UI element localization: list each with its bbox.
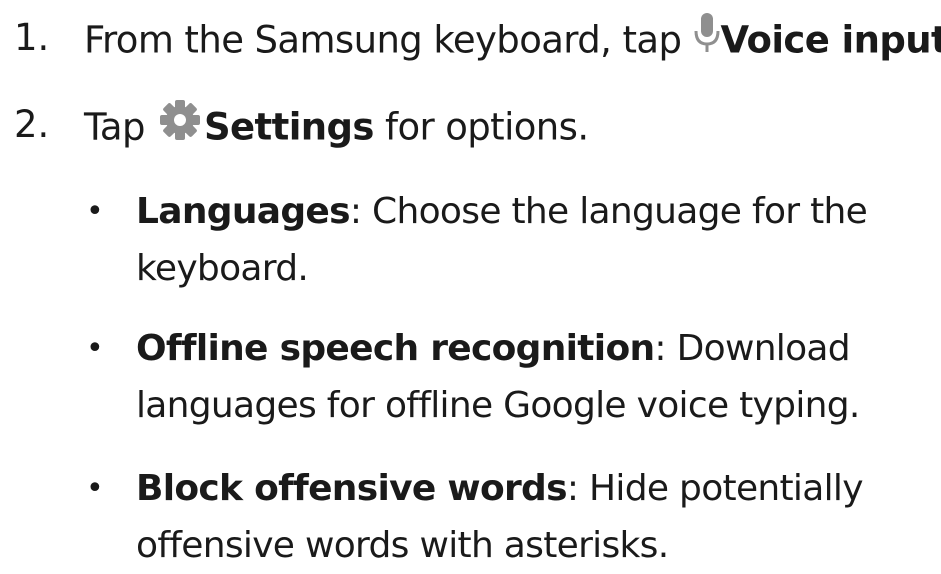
bullet: • [86,331,104,366]
option-line-1: Languages: Choose the language for the [136,183,936,240]
option-text: Offline speech recognition: Download lan… [136,320,936,434]
option-line-1: Offline speech recognition: Download [136,320,936,377]
option-description: Choose the language for the [361,191,868,232]
option-line-2: languages for offline Google voice typin… [136,385,860,426]
instructions-document: 1. From the Samsung keyboard, tap Voice … [0,0,941,566]
step-text-before: Tap [84,105,156,149]
option-line-2: keyboard. [136,248,309,289]
step-text: Tap Settings for options. [84,98,589,157]
bullet: • [86,194,104,229]
step-text: From the Samsung keyboard, tap Voice inp… [84,11,941,70]
option-term: Offline speech recognition [136,328,655,369]
step-number: 2. [14,103,50,146]
option-separator: : [349,191,362,232]
step-text-before: From the Samsung keyboard, tap [84,18,693,62]
settings-label: Settings [204,105,374,149]
option-text: Block offensive words: Hide potentially … [136,460,936,574]
option-term: Block offensive words [136,468,568,509]
option-separator: : [654,328,666,369]
option-line-1: Block offensive words: Hide potentially [136,460,936,517]
option-separator: : [566,468,579,509]
option-term: Languages [136,191,351,232]
step-text-after: for options. [373,105,589,149]
gear-icon [156,98,204,154]
option-description: Download [665,328,851,369]
bullet: • [86,471,104,506]
option-line-2: offensive words with asterisks. [136,525,669,566]
voice-input-label: Voice input [720,18,941,62]
option-description: Hide potentially [578,468,863,509]
option-text: Languages: Choose the language for the k… [136,183,936,297]
step-number: 1. [14,16,50,59]
microphone-icon [693,11,721,67]
